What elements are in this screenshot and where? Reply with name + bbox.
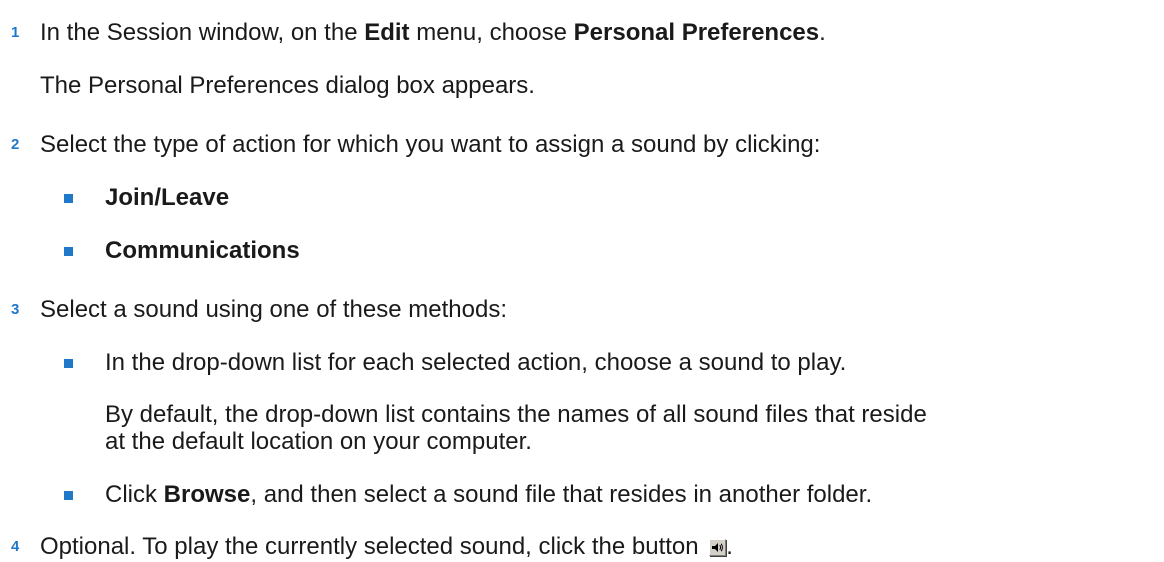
step-3-text: Select a sound using one of these method… xyxy=(40,296,507,323)
step-number: 4 xyxy=(11,538,20,555)
bullet-icon xyxy=(64,247,73,256)
step-1-text: In the Session window, on the Edit menu,… xyxy=(40,19,826,46)
step-2-text: Select the type of action for which you … xyxy=(40,131,821,158)
step-1-note: The Personal Preferences dialog box appe… xyxy=(40,72,535,99)
speaker-icon[interactable] xyxy=(709,539,727,556)
bullet-icon xyxy=(64,359,73,368)
method-dropdown-note-line-1: By default, the drop-down list contains … xyxy=(105,401,927,428)
step-number: 2 xyxy=(11,136,20,153)
method-dropdown-note-line-2: at the default location on your computer… xyxy=(105,428,532,455)
method-browse: Click Browse, and then select a sound fi… xyxy=(105,481,873,508)
method-dropdown: In the drop-down list for each selected … xyxy=(105,349,847,376)
bullet-icon xyxy=(64,194,73,203)
bullet-icon xyxy=(64,491,73,500)
menu-name: Edit xyxy=(364,19,410,46)
menu-item-name: Personal Preferences xyxy=(573,19,820,46)
option-join-leave: Join/Leave xyxy=(105,184,230,211)
option-communications: Communications xyxy=(105,237,300,264)
step-4-text: Optional. To play the currently selected… xyxy=(40,533,733,560)
step-number: 1 xyxy=(11,24,20,41)
step-number: 3 xyxy=(11,301,20,318)
browse-label: Browse xyxy=(163,481,251,508)
